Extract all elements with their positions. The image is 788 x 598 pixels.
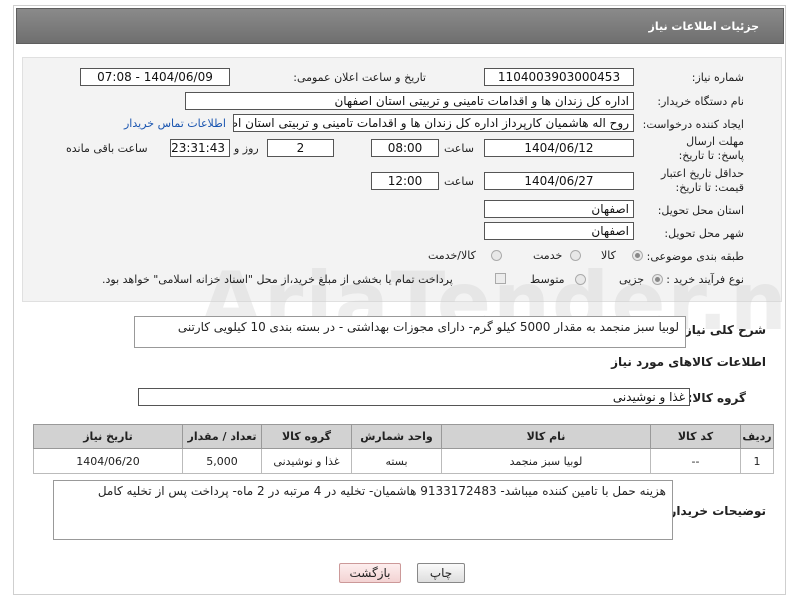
col-need-date: تاریخ نیاز xyxy=(33,424,183,449)
goods-group-label: گروه کالا: xyxy=(687,391,746,405)
summary-textarea[interactable]: لوبیا سبز منجمد به مقدار 5000 کیلو گرم- … xyxy=(134,316,686,348)
buyer-notes-textarea[interactable]: هزینه حمل با تامین کننده میباشد- 9133172… xyxy=(53,480,673,540)
announce-field: 1404/06/09 - 07:08 xyxy=(80,68,230,86)
col-row: ردیف xyxy=(740,424,774,449)
validity-date-field: 1404/06/27 xyxy=(484,172,634,190)
deadline-label: مهلت ارسال پاسخ: تا تاریخ: xyxy=(678,135,744,162)
province-field: اصفهان xyxy=(484,200,634,218)
buyer-notes-label: توضیحات خریدار: xyxy=(664,504,766,518)
need-number-field: 1104003903000453 xyxy=(484,68,634,86)
goods-table-header: ردیف کد کالا نام کالا واحد شمارش گروه کا… xyxy=(33,424,774,449)
col-unit: واحد شمارش xyxy=(351,424,442,449)
category-option-service: خدمت xyxy=(533,249,563,262)
process-radio-medium[interactable] xyxy=(575,274,586,285)
buyer-contact-link[interactable]: اطلاعات تماس خریدار xyxy=(124,117,226,130)
cell-name: لوبیا سبز منجمد xyxy=(441,448,651,474)
requester-field: روح اله هاشمیان کارپرداز اداره کل زندان … xyxy=(233,114,634,132)
validity-time-label: ساعت xyxy=(444,175,474,188)
process-option-minor: جزیی xyxy=(619,273,645,286)
table-row: 1 -- لوبیا سبز منجمد بسته غذا و نوشیدنی … xyxy=(33,448,774,474)
province-label: استان محل تحویل: xyxy=(657,204,744,217)
goods-section-title: اطلاعات کالاهای مورد نیاز xyxy=(611,355,766,369)
cell-unit: بسته xyxy=(351,448,442,474)
process-label: نوع فرآیند خرید : xyxy=(666,273,744,286)
col-name: نام کالا xyxy=(441,424,651,449)
goods-table: ردیف کد کالا نام کالا واحد شمارش گروه کا… xyxy=(33,424,774,474)
buyer-field: اداره کل زندان ها و اقدامات تامینی و ترب… xyxy=(185,92,634,110)
process-radio-minor[interactable] xyxy=(652,274,663,285)
category-radio-goods-service[interactable] xyxy=(491,250,502,261)
city-label: شهر محل تحویل: xyxy=(664,227,744,240)
deadline-days-label: روز و xyxy=(234,142,259,155)
col-group: گروه کالا xyxy=(261,424,352,449)
col-code: کد کالا xyxy=(650,424,741,449)
print-button[interactable]: چاپ xyxy=(417,563,465,583)
process-option-medium: متوسط xyxy=(530,273,565,286)
category-option-goods-service: کالا/خدمت xyxy=(428,249,476,262)
col-quantity: تعداد / مقدار xyxy=(182,424,262,449)
cell-code: -- xyxy=(650,448,741,474)
announce-label: تاریخ و ساعت اعلان عمومی: xyxy=(293,71,426,84)
deadline-time-field: 08:00 xyxy=(371,139,439,157)
remaining-time-field: 23:31:43 xyxy=(170,139,230,157)
treasury-payment-note: پرداخت تمام یا بخشی از مبلغ خرید،از محل … xyxy=(102,273,453,286)
cell-row: 1 xyxy=(740,448,774,474)
category-radio-goods[interactable] xyxy=(632,250,643,261)
back-button[interactable]: بازگشت xyxy=(339,563,401,583)
deadline-days-field: 2 xyxy=(267,139,334,157)
city-field: اصفهان xyxy=(484,222,634,240)
treasury-payment-checkbox[interactable] xyxy=(495,273,506,284)
summary-label: شرح کلی نیاز: xyxy=(680,323,766,337)
deadline-time-label: ساعت xyxy=(444,142,474,155)
validity-label: حداقل تاریخ اعتبار قیمت: تا تاریخ: xyxy=(660,167,744,194)
deadline-date-field: 1404/06/12 xyxy=(484,139,634,157)
requester-label: ایجاد کننده درخواست: xyxy=(642,118,744,131)
goods-group-field: غذا و نوشیدنی xyxy=(138,388,690,406)
category-label: طبقه بندی موضوعی: xyxy=(646,250,744,263)
category-option-goods: کالا xyxy=(601,249,616,262)
validity-time-field: 12:00 xyxy=(371,172,439,190)
page-header: جزئیات اطلاعات نیاز xyxy=(16,8,784,44)
remaining-time-label: ساعت باقی مانده xyxy=(66,142,148,155)
cell-need-date: 1404/06/20 xyxy=(33,448,183,474)
cell-quantity: 5,000 xyxy=(182,448,262,474)
page-title: جزئیات اطلاعات نیاز xyxy=(648,20,760,33)
buyer-label: نام دستگاه خریدار: xyxy=(657,95,744,108)
category-radio-service[interactable] xyxy=(570,250,581,261)
need-number-label: شماره نیاز: xyxy=(691,71,744,84)
cell-group: غذا و نوشیدنی xyxy=(261,448,352,474)
